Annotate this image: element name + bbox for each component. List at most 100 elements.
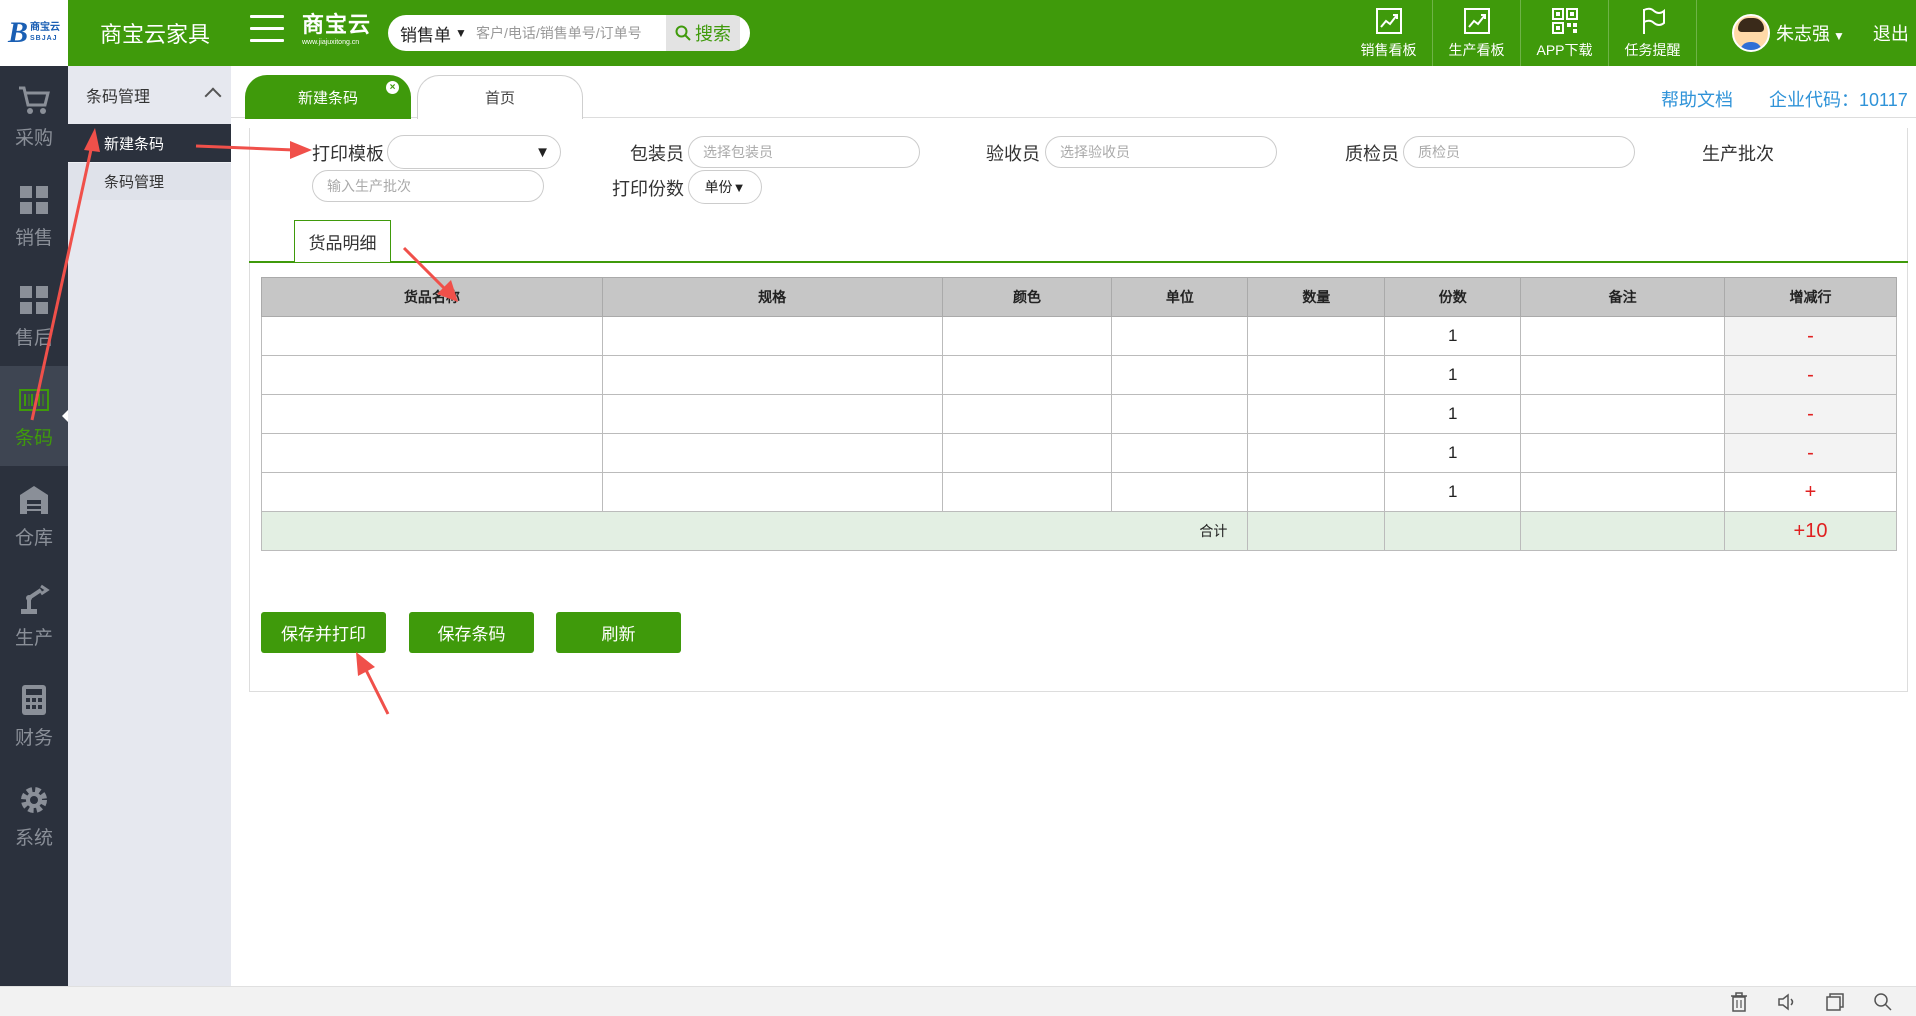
cell-goods-name[interactable] xyxy=(261,316,603,356)
tab-goods-detail[interactable]: 货品明细 xyxy=(294,220,391,262)
logo-letter-b: B xyxy=(7,16,28,49)
cell-goods-name[interactable] xyxy=(261,355,603,395)
cell-note[interactable] xyxy=(1520,472,1726,512)
cell-copies[interactable]: 1 xyxy=(1384,355,1522,395)
cell-quantity[interactable] xyxy=(1247,433,1386,473)
nav-item-sales[interactable]: 销售 xyxy=(0,166,68,266)
remove-row-button[interactable]: - xyxy=(1724,316,1897,356)
main-nav-sidebar: 采购 销售 售后 条码 仓库 生产 财务 系统 xyxy=(0,66,68,986)
cell-spec[interactable] xyxy=(601,355,943,395)
flag-icon xyxy=(1642,7,1665,34)
column-header-quantity: 数量 xyxy=(1247,277,1386,317)
cell-quantity[interactable] xyxy=(1247,355,1386,395)
cell-goods-name[interactable] xyxy=(261,472,603,512)
cell-color[interactable] xyxy=(941,355,1113,395)
bottom-status-bar xyxy=(0,986,1916,1016)
save-barcode-button[interactable]: 保存条码 xyxy=(409,612,534,653)
packer-input[interactable] xyxy=(688,136,920,168)
production-dashboard-button[interactable]: 生产看板 xyxy=(1433,0,1521,66)
nav-item-system[interactable]: 系统 xyxy=(0,766,68,866)
app-download-button[interactable]: APP下载 xyxy=(1521,0,1609,66)
cell-copies[interactable]: 1 xyxy=(1384,472,1522,512)
print-template-select[interactable]: ▼ xyxy=(387,135,561,169)
robot-arm-icon xyxy=(21,584,50,614)
brand-logo: 商宝云 www.jiajuxitong.cn xyxy=(302,12,372,46)
cell-quantity[interactable] xyxy=(1247,394,1386,434)
cell-copies[interactable]: 1 xyxy=(1384,316,1522,356)
column-header-color: 颜色 xyxy=(941,277,1113,317)
cell-unit[interactable] xyxy=(1111,472,1249,512)
sub-nav-header[interactable]: 条码管理 xyxy=(68,66,231,124)
cell-quantity[interactable] xyxy=(1247,472,1386,512)
search-icon[interactable] xyxy=(1872,991,1894,1013)
nav-item-barcode[interactable]: 条码 xyxy=(0,366,68,466)
search-type-dropdown[interactable]: 销售单 ▼ xyxy=(388,21,476,46)
sub-nav-item-new-barcode[interactable]: 新建条码 xyxy=(68,124,231,162)
tab-home[interactable]: 首页 xyxy=(417,75,583,119)
remove-row-button[interactable]: - xyxy=(1724,433,1897,473)
cell-color[interactable] xyxy=(941,433,1113,473)
cell-spec[interactable] xyxy=(601,394,943,434)
cell-color[interactable] xyxy=(941,394,1113,434)
total-quantity xyxy=(1247,511,1386,551)
close-icon[interactable]: × xyxy=(386,81,399,94)
boxes-icon xyxy=(20,185,48,214)
cell-note[interactable] xyxy=(1520,316,1726,356)
cell-goods-name[interactable] xyxy=(261,433,603,473)
cell-unit[interactable] xyxy=(1111,433,1249,473)
cell-spec[interactable] xyxy=(601,433,943,473)
cell-note[interactable] xyxy=(1520,394,1726,434)
sub-nav-item-barcode-management[interactable]: 条码管理 xyxy=(68,162,231,200)
avatar[interactable] xyxy=(1732,14,1770,52)
nav-item-warehouse[interactable]: 仓库 xyxy=(0,466,68,566)
cell-spec[interactable] xyxy=(601,472,943,512)
user-name-dropdown[interactable]: 朱志强 ▼ xyxy=(1776,20,1845,46)
nav-item-purchase[interactable]: 采购 xyxy=(0,66,68,166)
cell-quantity[interactable] xyxy=(1247,316,1386,356)
column-header-goods-name: 货品名称 xyxy=(261,277,603,317)
tab-new-barcode[interactable]: 新建条码 × xyxy=(245,75,411,119)
receiver-label: 验收员 xyxy=(986,144,1040,164)
remove-row-button[interactable]: - xyxy=(1724,355,1897,395)
cell-note[interactable] xyxy=(1520,433,1726,473)
hamburger-menu-icon[interactable] xyxy=(250,15,284,45)
inspector-input[interactable] xyxy=(1403,136,1635,168)
nav-item-after-sales[interactable]: 售后 xyxy=(0,266,68,366)
cell-color[interactable] xyxy=(941,472,1113,512)
nav-item-finance[interactable]: 财务 xyxy=(0,666,68,766)
window-icon[interactable] xyxy=(1824,991,1846,1013)
add-row-button[interactable]: + xyxy=(1724,472,1897,512)
remove-row-button[interactable]: - xyxy=(1724,394,1897,434)
add-ten-rows-button[interactable]: +10 xyxy=(1724,511,1897,551)
batch-input[interactable] xyxy=(312,170,544,202)
cell-color[interactable] xyxy=(941,316,1113,356)
table-row: 1 - xyxy=(261,355,1897,395)
speaker-icon[interactable] xyxy=(1776,991,1798,1013)
cell-copies[interactable]: 1 xyxy=(1384,433,1522,473)
search-button[interactable]: 搜索 xyxy=(666,15,740,51)
nav-item-production[interactable]: 生产 xyxy=(0,566,68,666)
save-and-print-button[interactable]: 保存并打印 xyxy=(261,612,386,653)
table-row: 1 - xyxy=(261,316,1897,356)
receiver-input[interactable] xyxy=(1045,136,1277,168)
help-docs-link[interactable]: 帮助文档 xyxy=(1661,86,1733,112)
packer-label: 包装员 xyxy=(630,144,684,164)
logout-button[interactable]: 退出 xyxy=(1873,20,1909,46)
trash-icon[interactable] xyxy=(1728,991,1750,1013)
cell-copies[interactable]: 1 xyxy=(1384,394,1522,434)
cell-unit[interactable] xyxy=(1111,394,1249,434)
search-input[interactable] xyxy=(476,16,666,50)
boxes-icon xyxy=(20,285,48,314)
chevron-up-icon[interactable] xyxy=(204,87,222,105)
copies-select[interactable]: 单份 ▼ xyxy=(688,170,762,204)
task-reminder-button[interactable]: 任务提醒 xyxy=(1609,0,1697,66)
refresh-button[interactable]: 刷新 xyxy=(556,612,681,653)
cell-unit[interactable] xyxy=(1111,355,1249,395)
cell-spec[interactable] xyxy=(601,316,943,356)
sales-dashboard-button[interactable]: 销售看板 xyxy=(1345,0,1433,66)
cell-goods-name[interactable] xyxy=(261,394,603,434)
cell-note[interactable] xyxy=(1520,355,1726,395)
caret-down-icon: ▼ xyxy=(1833,29,1845,43)
cell-unit[interactable] xyxy=(1111,316,1249,356)
company-logo[interactable]: B 商宝云 SBJAJ xyxy=(0,0,68,66)
